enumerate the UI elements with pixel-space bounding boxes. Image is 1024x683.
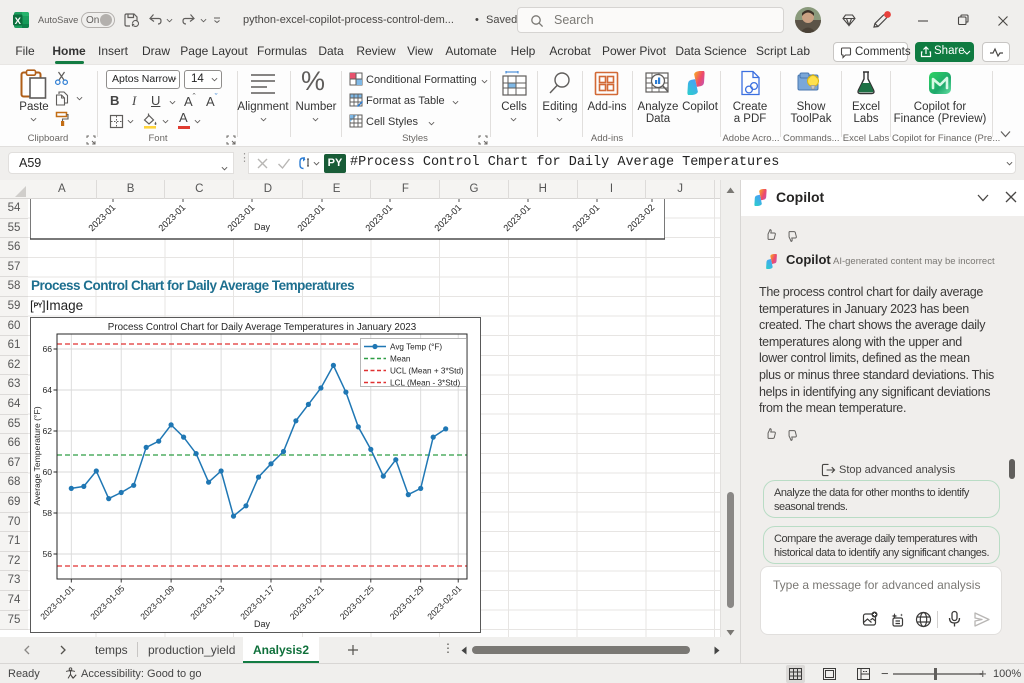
- svg-text:X: X: [15, 16, 22, 27]
- svg-text:64: 64: [42, 385, 52, 395]
- svg-text:60: 60: [42, 467, 52, 477]
- svg-text:66: 66: [42, 344, 52, 354]
- svg-text:UCL (Mean + 3*Std): UCL (Mean + 3*Std): [390, 367, 464, 376]
- svg-text:56: 56: [42, 549, 52, 559]
- svg-text:Day: Day: [254, 619, 271, 629]
- svg-text:Avg Temp (°F): Avg Temp (°F): [390, 343, 442, 352]
- svg-text:58: 58: [42, 508, 52, 518]
- svg-text:Average Temperature (°F): Average Temperature (°F): [32, 406, 42, 505]
- svg-text:Mean: Mean: [390, 355, 411, 364]
- svg-text:Process Control Chart for Dail: Process Control Chart for Daily Average …: [108, 322, 417, 333]
- svg-text:LCL (Mean - 3*Std): LCL (Mean - 3*Std): [390, 379, 461, 388]
- svg-text:Day: Day: [254, 222, 271, 232]
- svg-text:62: 62: [42, 426, 52, 436]
